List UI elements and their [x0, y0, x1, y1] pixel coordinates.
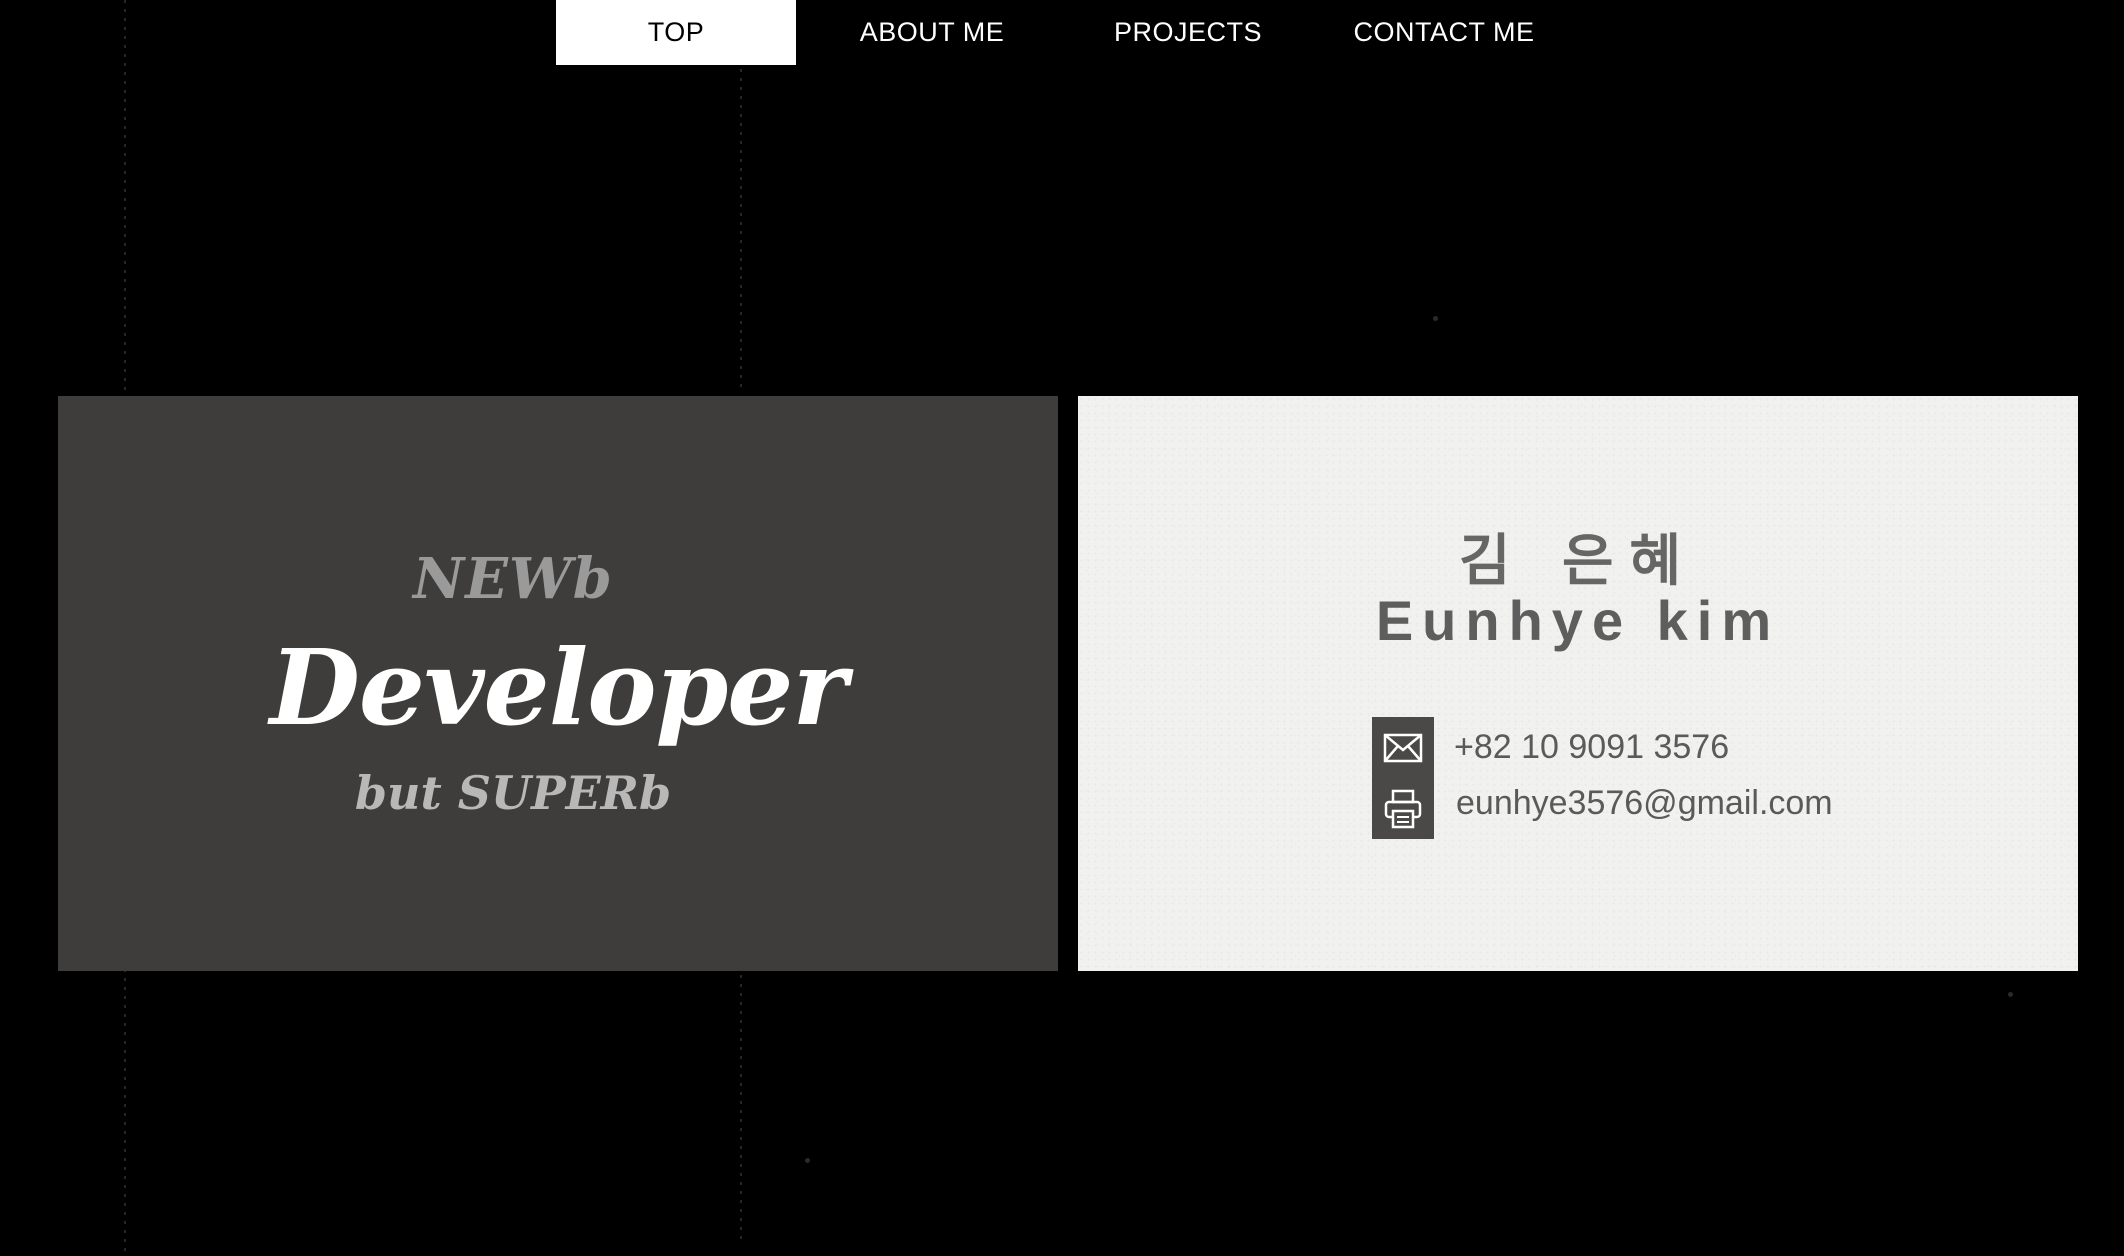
- nav-item-projects[interactable]: PROJECTS: [1068, 0, 1308, 65]
- tagline-developer: Developer: [269, 626, 848, 749]
- decorative-streak: [124, 960, 126, 1256]
- decorative-speck: [805, 1158, 810, 1163]
- envelope-icon: [1372, 717, 1434, 778]
- nav-item-about-me[interactable]: ABOUT ME: [812, 0, 1052, 65]
- decorative-speck: [1433, 316, 1438, 321]
- decorative-streak: [740, 975, 742, 1245]
- tagline-newb: NEWb: [413, 546, 613, 612]
- nav-item-contact-me[interactable]: CONTACT ME: [1324, 0, 1564, 65]
- korean-name: 김 은혜: [1458, 529, 1698, 594]
- printer-icon: [1372, 778, 1434, 839]
- nav-item-top[interactable]: TOP: [556, 0, 796, 65]
- contact-icon-block: [1372, 717, 1434, 839]
- page: TOP ABOUT ME PROJECTS CONTACT ME NEWb De…: [0, 0, 2124, 1256]
- phone-number: +82 10 9091 3576: [1454, 728, 1730, 766]
- business-card-front: NEWb Developer but SUPERb: [58, 396, 1058, 971]
- top-nav: TOP ABOUT ME PROJECTS CONTACT ME: [556, 0, 1580, 65]
- english-name: Eunhye kim: [1375, 589, 1781, 652]
- decorative-speck: [2008, 992, 2013, 997]
- business-card-back: 김 은혜 Eunhye kim +82 10 9091 3576 eunhye3…: [1078, 396, 2078, 971]
- decorative-streak: [740, 60, 742, 390]
- tagline-but-superb: but SUPERb: [354, 766, 672, 820]
- decorative-streak: [124, 0, 126, 420]
- email-address[interactable]: eunhye3576@gmail.com: [1456, 784, 1833, 823]
